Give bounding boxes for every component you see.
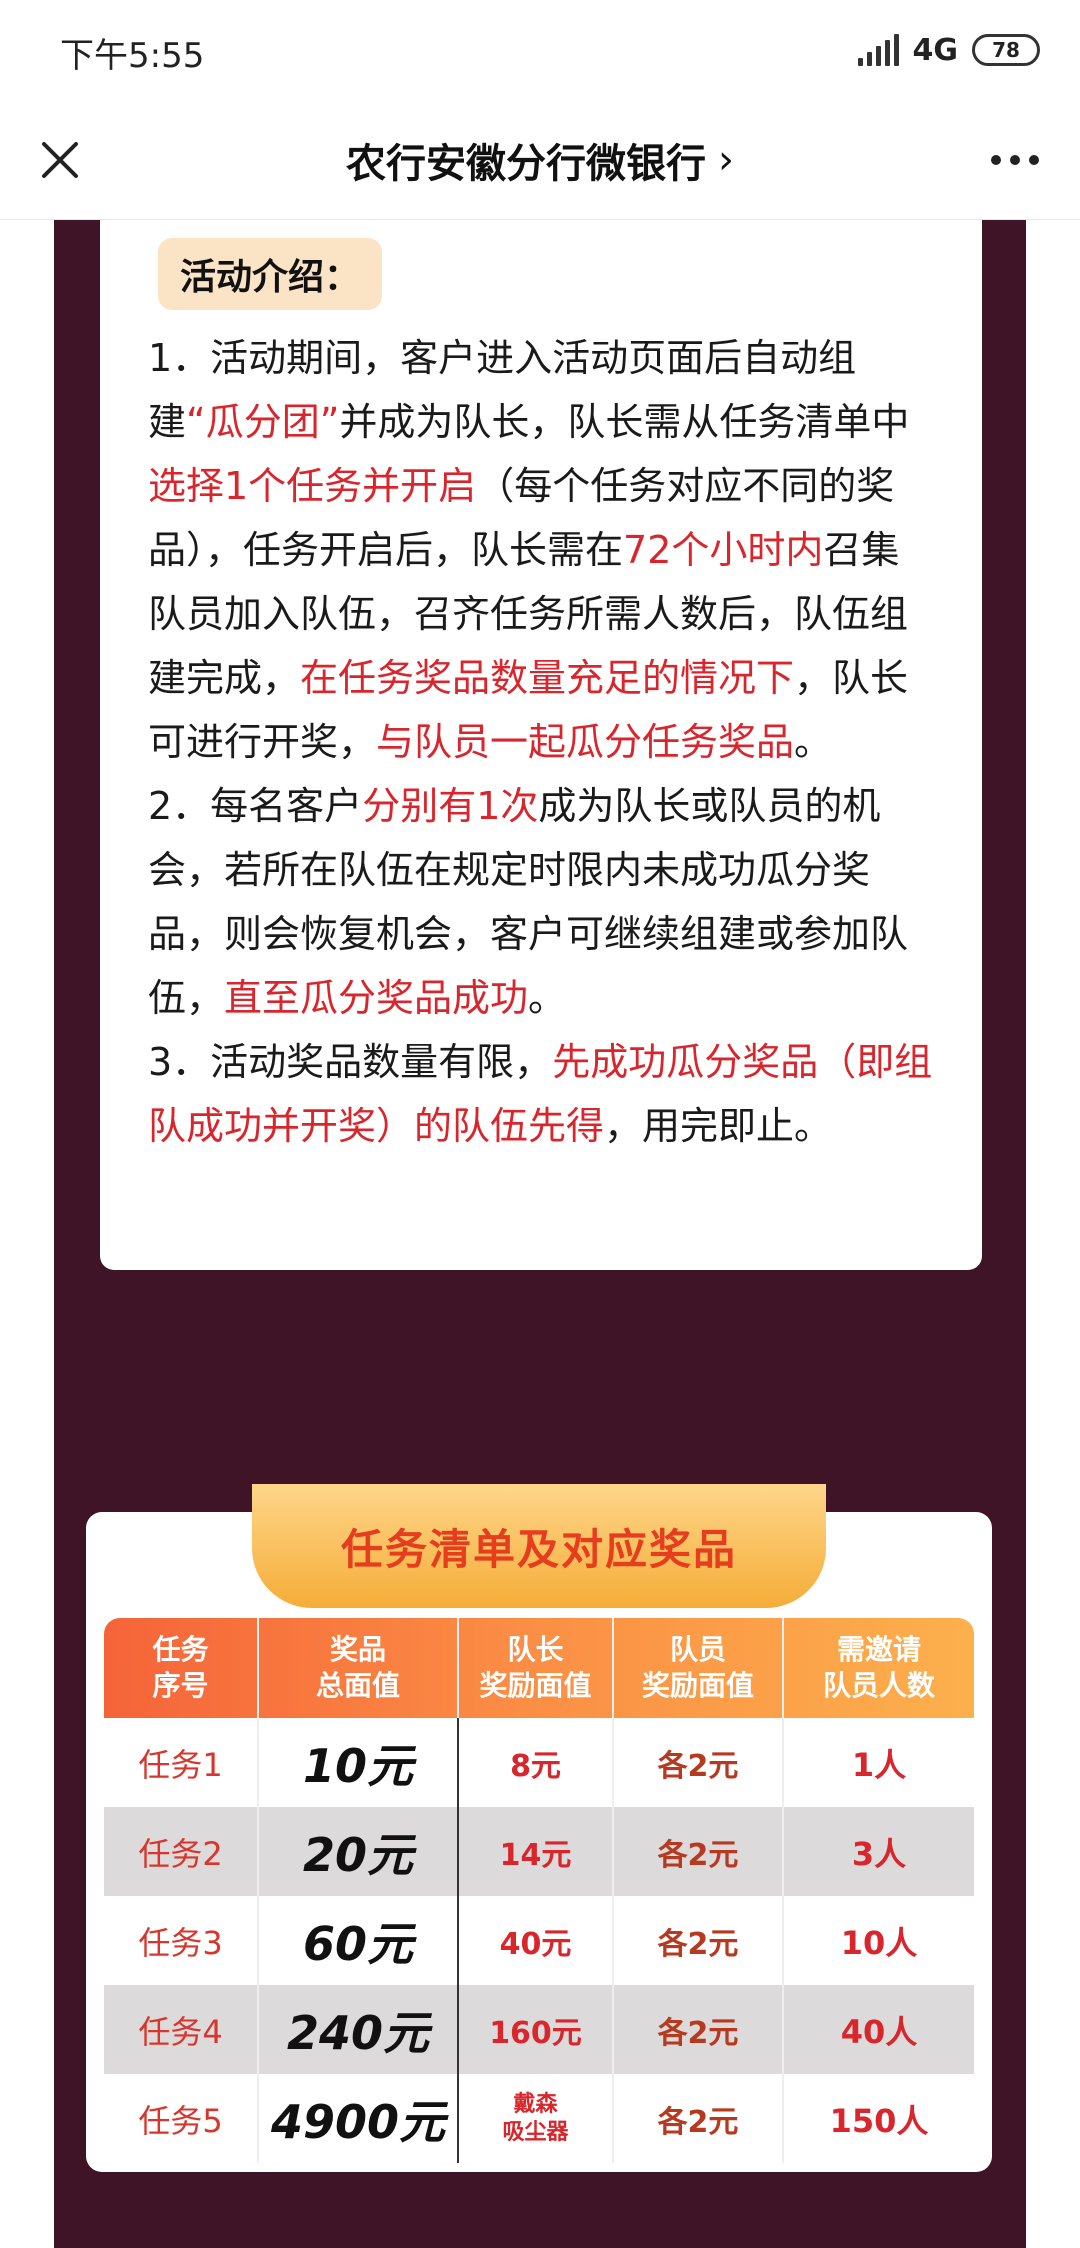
title-bar: 农行安徽分行微银行 ›	[0, 100, 1080, 220]
task-banner-title: 任务清单及对应奖品	[340, 1524, 737, 1574]
intro-highlight: 与队员一起瓜分任务奖品	[376, 720, 795, 764]
table-row: 任务1 10元 8元 各2元 1人	[104, 1718, 974, 1807]
task-captain-reward: 160元	[489, 2015, 582, 2051]
intro-segment: 。	[794, 720, 833, 764]
task-total-value: 4900元	[270, 2094, 446, 2149]
task-captain-reward: 8元	[510, 1748, 561, 1784]
task-captain-reward-cell: 8元	[459, 1718, 614, 1807]
task-captain-reward-cell: 40元	[459, 1896, 614, 1985]
intro-segment: 并成为队长，队长需从任务清单中	[339, 400, 910, 444]
intro-tag: 活动介绍：	[158, 238, 383, 310]
task-total-value-cell: 10元	[259, 1718, 459, 1807]
task-table-header: 任务 序号 奖品 总面值 队长 奖励面值 队员 奖励面值 需邀请 队员人数	[104, 1618, 974, 1718]
task-captain-reward: 40元	[499, 1926, 572, 1962]
intro-segment: ，用完即止。	[604, 1104, 833, 1148]
network-type: 4G	[912, 32, 959, 68]
task-list-card: 任务清单及对应奖品 任务 序号 奖品 总面值 队长 奖励面值 队员 奖励面值 需邀请 队员…	[86, 1484, 992, 2172]
task-invite-count-cell: 40人	[784, 1985, 974, 2074]
table-row: 任务2 20元 14元 各2元 3人	[104, 1807, 974, 1896]
task-number-cell: 任务4	[104, 1985, 259, 2074]
intro-text: 1．活动期间，客户进入活动页面后自动组建“瓜分团”并成为队长，队长需从任务清单中…	[148, 326, 934, 1158]
task-captain-reward: 戴森 吸尘器	[502, 2091, 569, 2145]
page-title-area[interactable]: 农行安徽分行微银行 ›	[0, 100, 1080, 220]
task-invite-count-cell: 150人	[784, 2074, 974, 2163]
task-number-cell: 任务3	[104, 1896, 259, 1985]
task-member-reward-cell: 各2元	[614, 1807, 784, 1896]
task-number: 任务4	[138, 2012, 223, 2051]
task-number-cell: 任务5	[104, 2074, 259, 2163]
task-invite-count-cell: 3人	[784, 1807, 974, 1896]
header-task-no: 任务 序号	[104, 1618, 259, 1718]
status-time: 下午5:55	[60, 36, 205, 76]
task-invite-count: 10人	[840, 1923, 918, 1962]
task-invite-count-cell: 10人	[784, 1896, 974, 1985]
chevron-right-icon: ›	[718, 137, 734, 183]
task-captain-reward-cell: 戴森 吸尘器	[459, 2074, 614, 2163]
task-number: 任务1	[138, 1745, 223, 1784]
more-icon[interactable]	[980, 130, 1050, 190]
table-row: 任务3 60元 40元 各2元 10人	[104, 1896, 974, 1985]
task-banner: 任务清单及对应奖品	[252, 1484, 826, 1608]
table-row: 任务4 240元 160元 各2元 40人	[104, 1985, 974, 2074]
task-member-reward: 各2元	[657, 2015, 739, 2051]
task-total-value-cell: 60元	[259, 1896, 459, 1985]
intro-segment: 3．活动奖品数量有限，	[148, 1040, 553, 1084]
header-captain: 队长 奖励面值	[459, 1618, 614, 1718]
task-total-value: 20元	[302, 1827, 413, 1882]
task-invite-count: 3人	[851, 1834, 907, 1873]
status-bar: 下午5:55 4G 78	[0, 0, 1080, 100]
task-table: 任务 序号 奖品 总面值 队长 奖励面值 队员 奖励面值 需邀请 队员人数 任务1 10元 8…	[104, 1618, 974, 2164]
task-total-value: 60元	[302, 1916, 413, 1971]
intro-segment: 。	[528, 976, 567, 1020]
task-member-reward-cell: 各2元	[614, 1718, 784, 1807]
task-number-cell: 任务1	[104, 1718, 259, 1807]
intro-segment: 2．每名客户	[148, 784, 363, 828]
task-total-value: 240元	[286, 2005, 430, 2060]
task-total-value: 10元	[302, 1738, 413, 1793]
intro-highlight: 直至瓜分奖品成功	[224, 976, 529, 1020]
intro-highlight: 选择1个任务并开启	[148, 464, 477, 508]
header-member: 队员 奖励面值	[614, 1618, 784, 1718]
task-captain-reward-cell: 160元	[459, 1985, 614, 2074]
task-total-value-cell: 4900元	[259, 2074, 459, 2163]
intro-highlight: 72个小时内	[623, 528, 824, 572]
task-number: 任务2	[138, 1834, 223, 1873]
activity-intro-card: 活动介绍： 1．活动期间，客户进入活动页面后自动组建“瓜分团”并成为队长，队长需…	[100, 220, 982, 1270]
task-member-reward-cell: 各2元	[614, 2074, 784, 2163]
task-member-reward: 各2元	[657, 1748, 739, 1784]
intro-highlight: “瓜分团”	[186, 400, 340, 444]
task-number-cell: 任务2	[104, 1807, 259, 1896]
task-member-reward: 各2元	[657, 2104, 739, 2140]
task-invite-count: 1人	[851, 1745, 907, 1784]
intro-highlight: 分别有1次	[362, 784, 539, 828]
header-invite: 需邀请 队员人数	[822, 1633, 935, 1702]
task-member-reward: 各2元	[657, 1837, 739, 1873]
header-total: 奖品 总面值	[259, 1618, 459, 1718]
status-icons: 4G 78	[857, 28, 1040, 72]
task-member-reward-cell: 各2元	[614, 1896, 784, 1985]
task-invite-count-cell: 1人	[784, 1718, 974, 1807]
signal-icon	[857, 34, 899, 66]
task-total-value-cell: 20元	[259, 1807, 459, 1896]
battery-icon: 78	[972, 34, 1040, 66]
task-number: 任务3	[138, 1923, 223, 1962]
task-captain-reward: 14元	[499, 1837, 572, 1873]
task-invite-count: 40人	[840, 2012, 918, 2051]
intro-highlight: 在任务奖品数量充足的情况下	[300, 656, 795, 700]
table-row: 任务5 4900元 戴森 吸尘器 各2元 150人	[104, 2074, 974, 2163]
task-member-reward-cell: 各2元	[614, 1985, 784, 2074]
page-title: 农行安徽分行微银行	[346, 141, 706, 187]
task-total-value-cell: 240元	[259, 1985, 459, 2074]
task-number: 任务5	[138, 2101, 223, 2140]
task-captain-reward-cell: 14元	[459, 1807, 614, 1896]
task-member-reward: 各2元	[657, 1926, 739, 1962]
task-invite-count: 150人	[829, 2101, 929, 2140]
